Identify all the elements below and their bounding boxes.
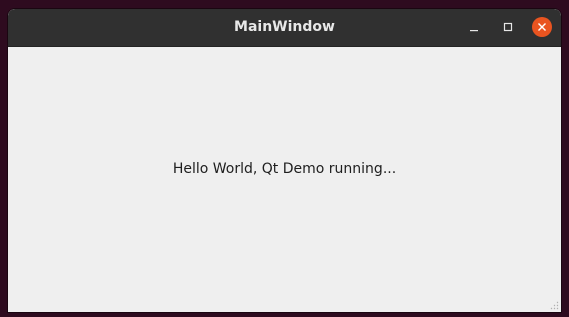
minimize-button[interactable] (464, 17, 484, 37)
window-controls (450, 17, 552, 37)
desktop: MainWindow Hello World, Qt Demo running.… (0, 0, 569, 317)
minimize-icon (470, 30, 478, 32)
central-widget: Hello World, Qt Demo running... (8, 47, 561, 312)
maximize-icon (503, 22, 513, 32)
title-bar[interactable]: MainWindow (8, 9, 561, 47)
main-window: MainWindow Hello World, Qt Demo running.… (8, 9, 561, 312)
close-button[interactable] (532, 17, 552, 37)
hello-label: Hello World, Qt Demo running... (172, 161, 397, 177)
maximize-button[interactable] (498, 17, 518, 37)
resize-grip-icon[interactable] (549, 300, 559, 310)
close-icon (538, 23, 546, 31)
